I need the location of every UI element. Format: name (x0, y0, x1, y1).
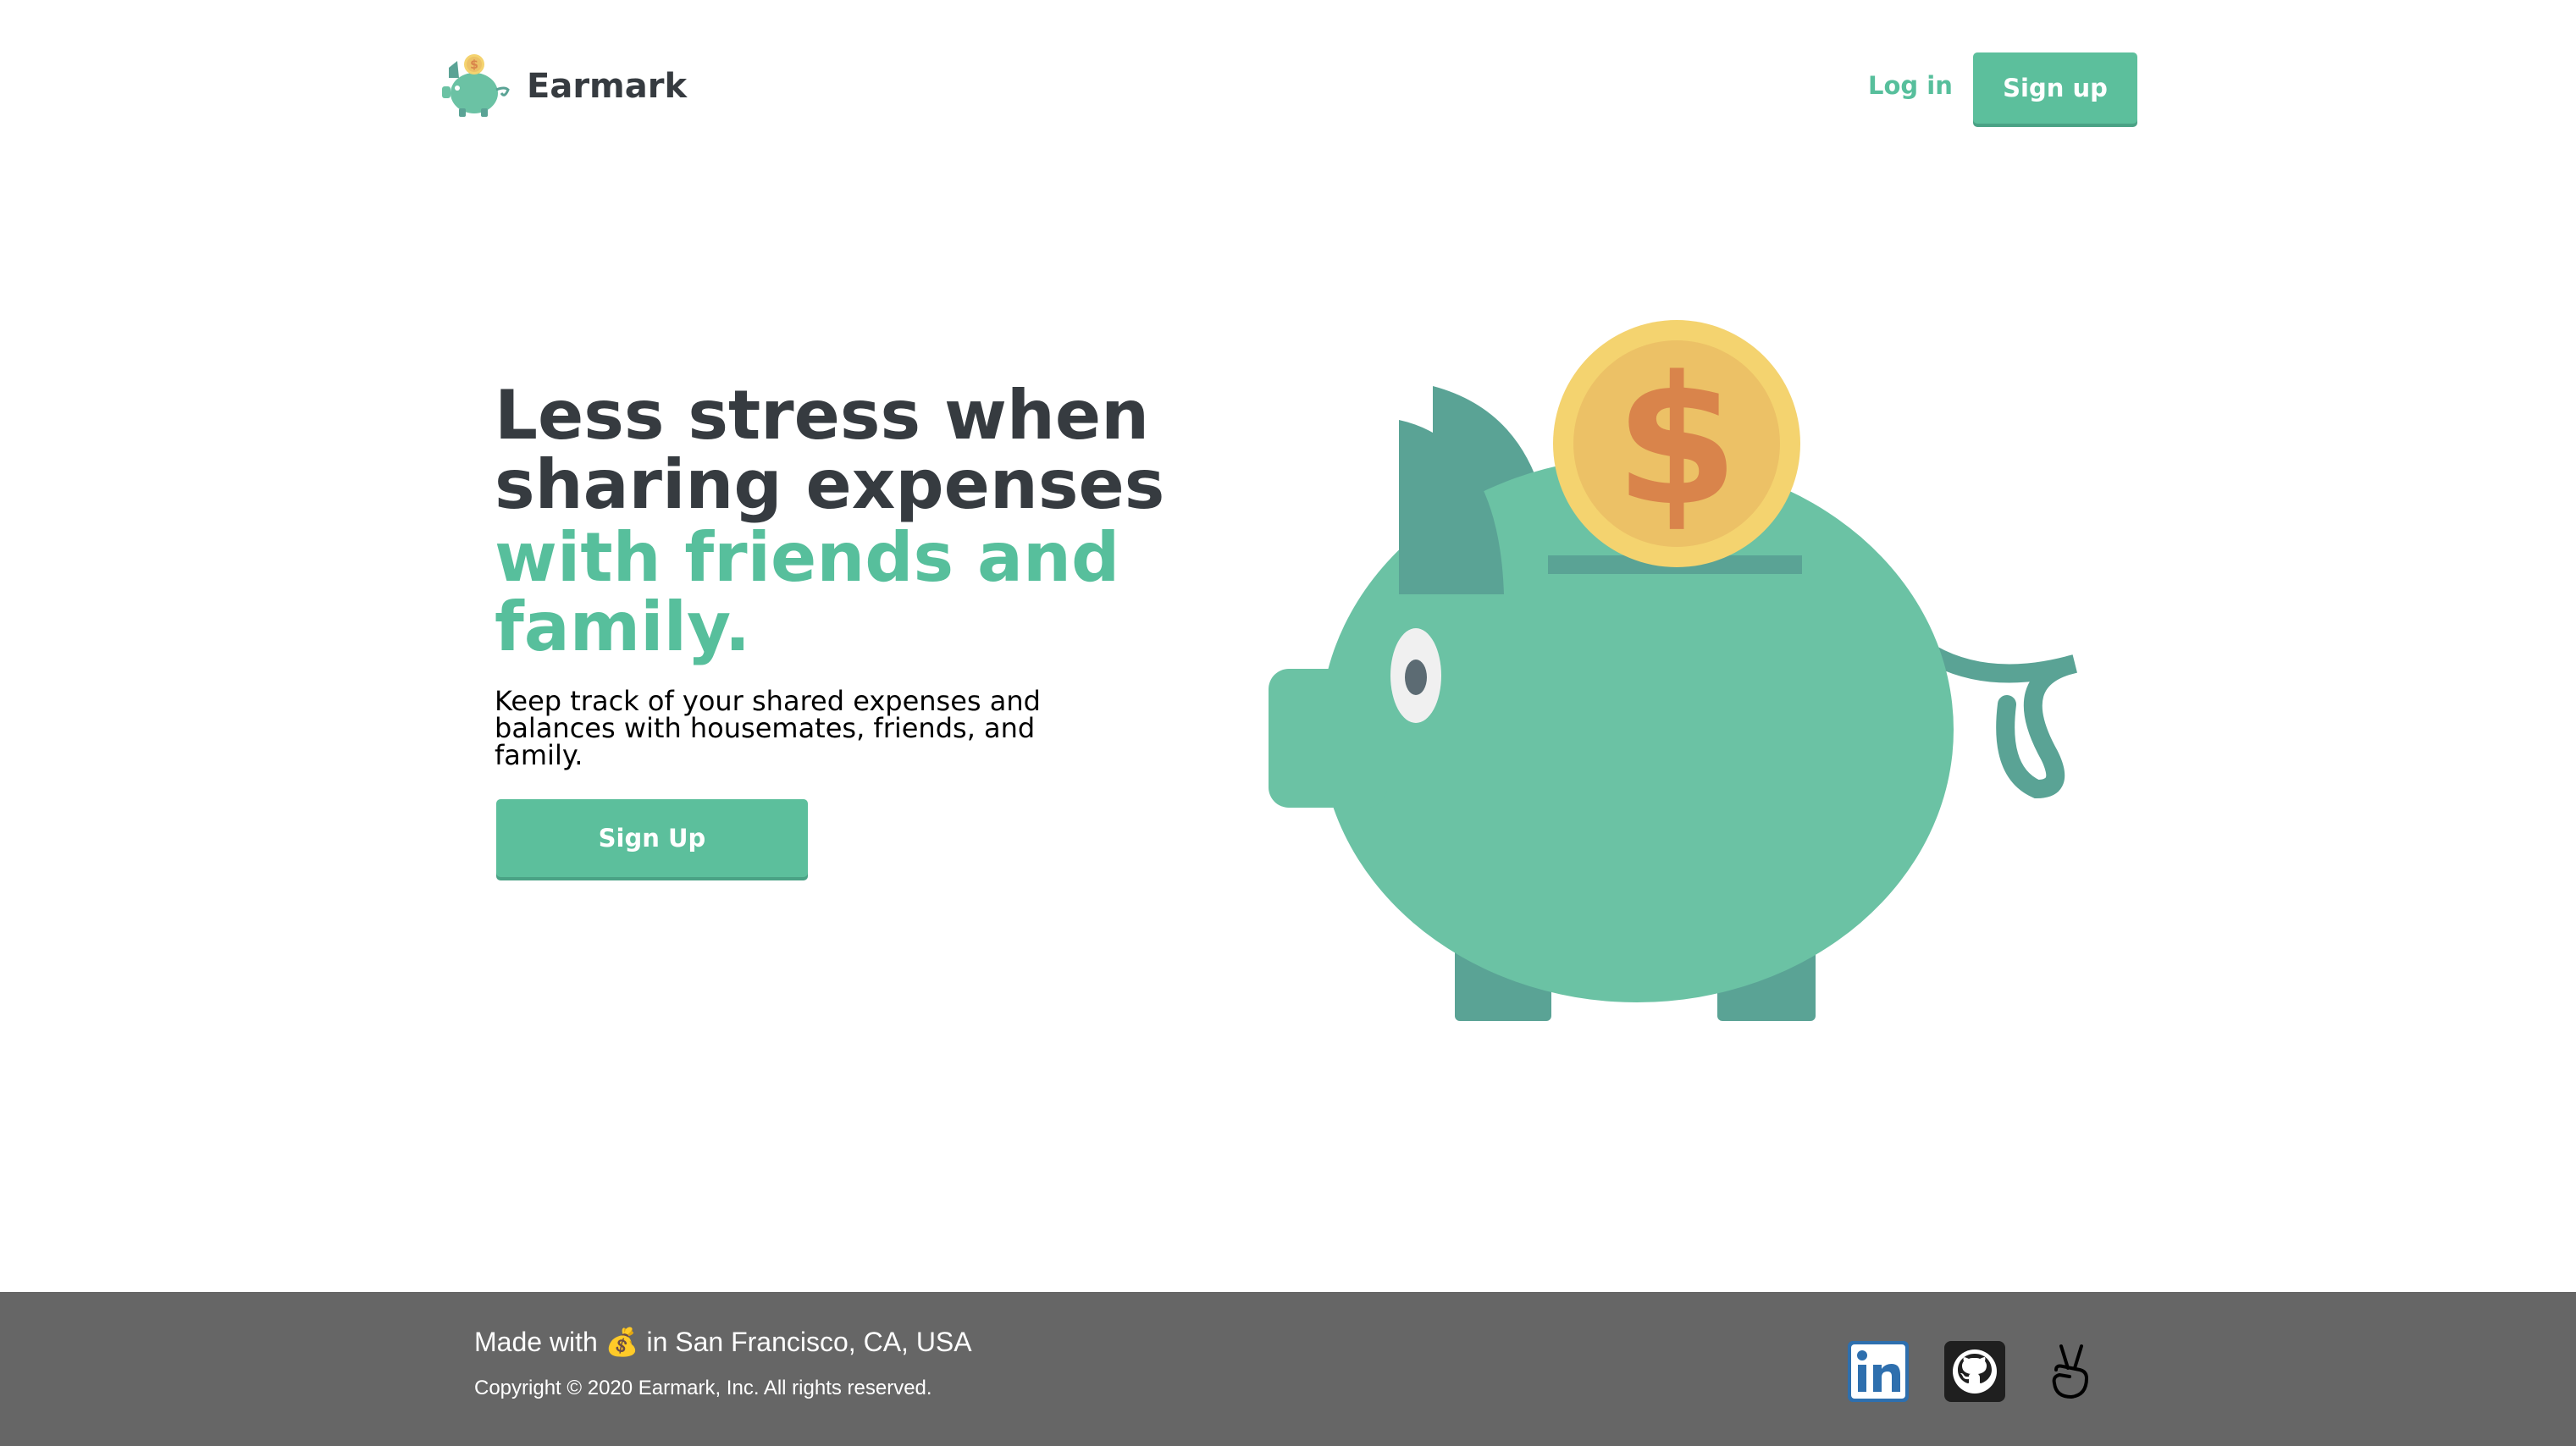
hero-subtext: Keep track of your shared expenses and b… (495, 685, 1041, 771)
money-bag-icon: 💰 (605, 1327, 639, 1357)
pig-snout (1269, 669, 1387, 808)
hero-signup-button[interactable]: Sign Up (496, 799, 808, 877)
hero-section: Less stress when sharing expenses with f… (495, 376, 1189, 771)
copyright-text: Copyright © 2020 Earmark, Inc. All right… (474, 1377, 932, 1399)
svg-text:$: $ (470, 58, 478, 72)
coin-dollar-icon: $ (1615, 338, 1739, 545)
hero-headline-accent: with friends and family. (495, 518, 1120, 666)
brand-name: Earmark (527, 67, 688, 106)
made-with-prefix: Made with (474, 1327, 598, 1357)
made-with-location: in San Francisco, CA, USA (646, 1327, 972, 1357)
logo[interactable]: $ Earmark (437, 49, 687, 124)
pig-pupil (1405, 660, 1427, 695)
hero-headline: Less stress when sharing expenses (495, 376, 1165, 524)
made-with-text: Made with 💰 in San Francisco, CA, USA (474, 1326, 972, 1358)
login-link[interactable]: Log in (1868, 71, 1953, 100)
linkedin-icon[interactable] (1846, 1339, 1910, 1404)
piggy-bank-illustration: $ (1269, 320, 2077, 1021)
site-footer: Made with 💰 in San Francisco, CA, USA Co… (0, 1292, 2576, 1446)
github-icon[interactable] (1943, 1339, 2007, 1404)
signup-button[interactable]: Sign up (1973, 52, 2137, 124)
angellist-icon[interactable] (2039, 1339, 2103, 1404)
site-header: $ Earmark Log in Sign up (0, 0, 2576, 178)
piggy-bank-logo-icon: $ (442, 54, 510, 117)
